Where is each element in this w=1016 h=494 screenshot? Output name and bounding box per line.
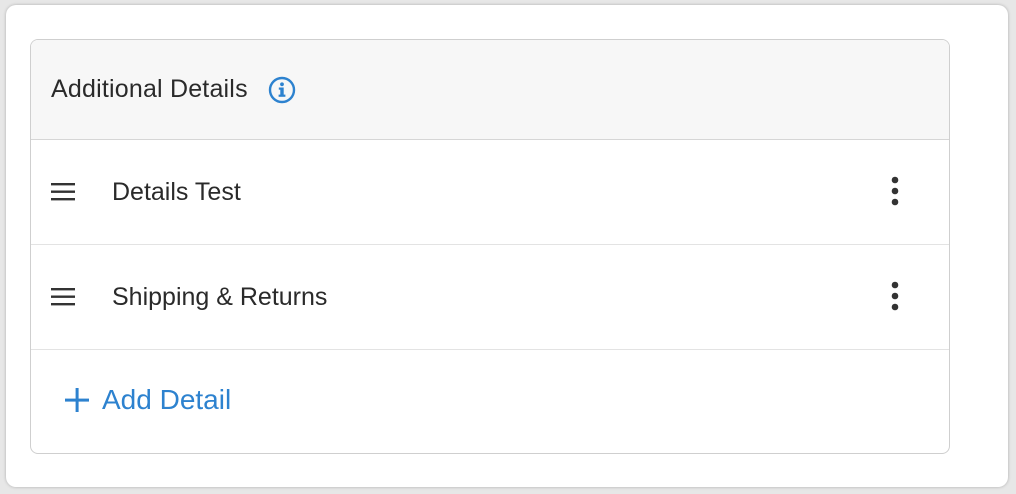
panel: Additional Details Details Test Shipping…	[6, 5, 1008, 487]
drag-handle-icon[interactable]	[51, 181, 77, 203]
card-header: Additional Details	[31, 40, 949, 140]
detail-label: Details Test	[112, 177, 241, 206]
section-title: Additional Details	[51, 75, 248, 103]
more-vertical-icon[interactable]	[885, 175, 905, 209]
add-detail-button[interactable]: Add Detail	[31, 350, 949, 450]
add-detail-label: Add Detail	[102, 384, 232, 415]
more-vertical-icon[interactable]	[885, 280, 905, 314]
detail-row[interactable]: Details Test	[31, 140, 949, 245]
plus-icon	[63, 386, 91, 414]
detail-label: Shipping & Returns	[112, 282, 328, 311]
detail-row[interactable]: Shipping & Returns	[31, 245, 949, 350]
drag-handle-icon[interactable]	[51, 286, 77, 308]
additional-details-card: Additional Details Details Test Shipping…	[30, 39, 950, 454]
info-icon[interactable]	[268, 76, 296, 104]
